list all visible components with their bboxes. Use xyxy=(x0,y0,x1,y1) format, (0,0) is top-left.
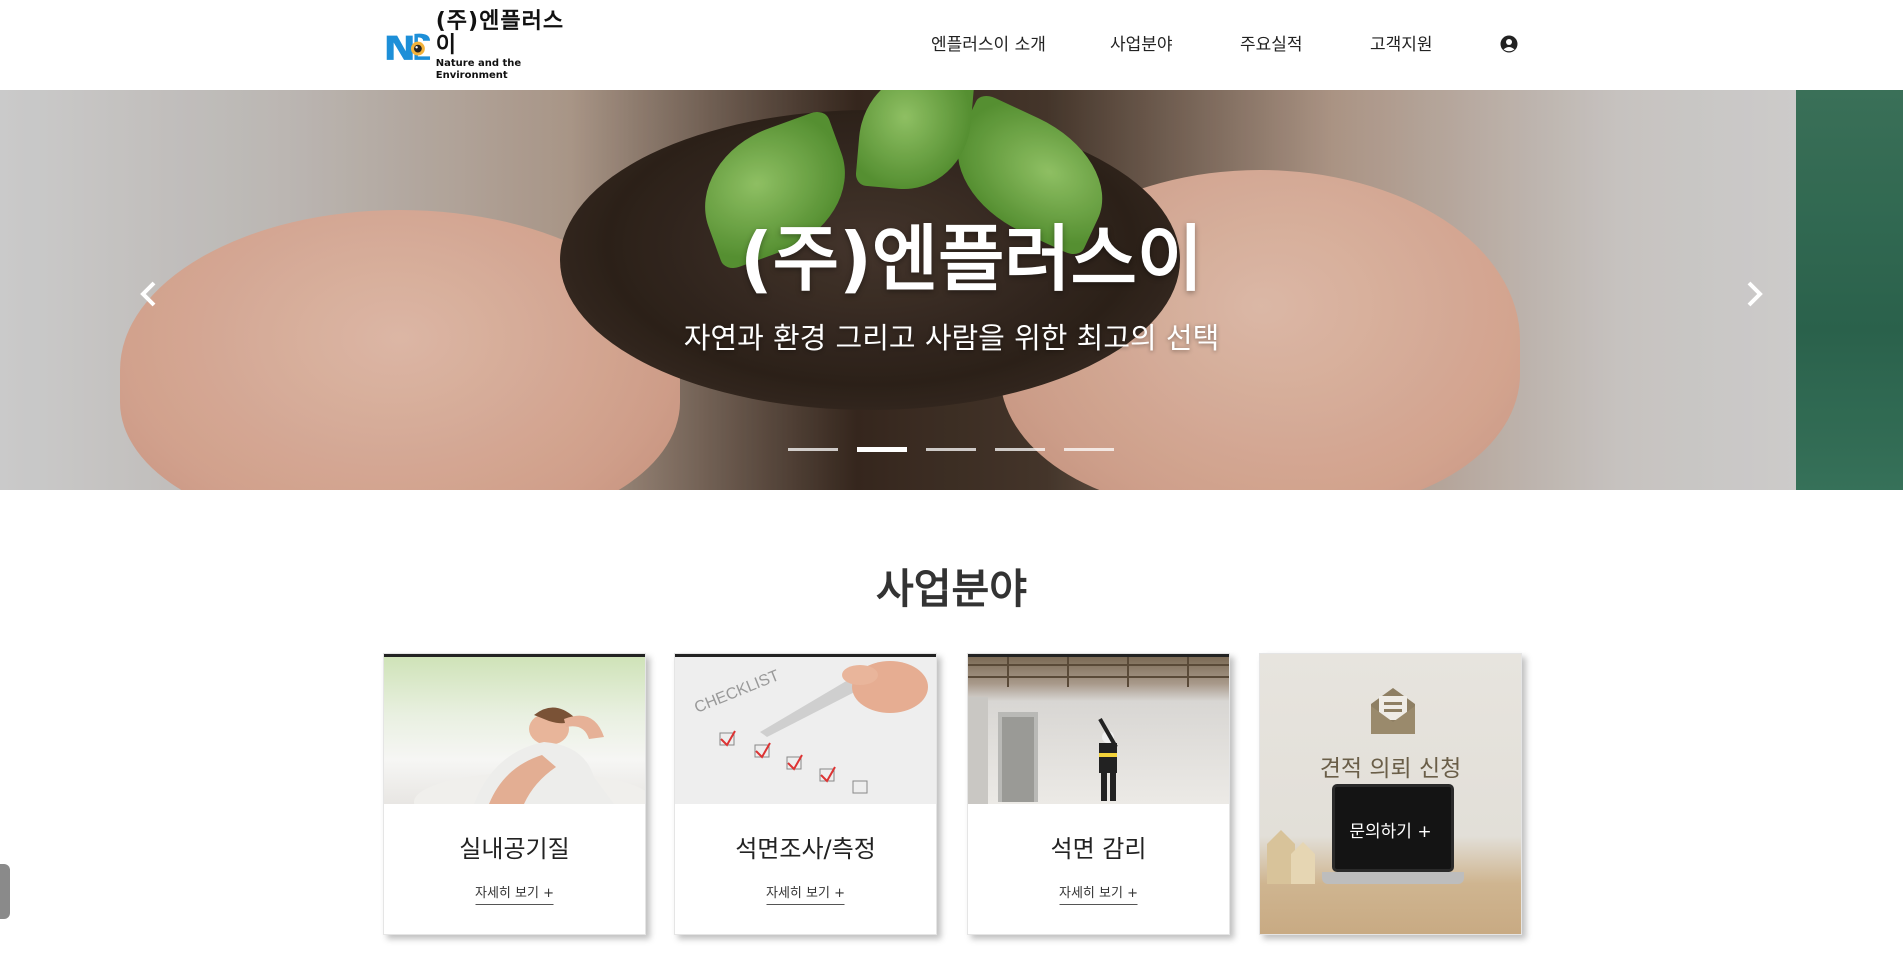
slider-dot[interactable] xyxy=(926,448,976,451)
section-title: 사업분야 xyxy=(876,565,1027,613)
slider-pagination xyxy=(788,447,1114,452)
card-image-inspection xyxy=(968,654,1229,804)
nav-item-support[interactable]: 고객지원 xyxy=(1370,30,1433,55)
card-more-link[interactable]: 자세히 보기 + xyxy=(766,882,845,905)
chevron-right-icon[interactable] xyxy=(1745,280,1765,308)
inquiry-button[interactable]: 문의하기 + xyxy=(1260,817,1521,842)
logo-tagline: Nature and the Environment xyxy=(435,58,522,81)
hero-slider: (주)엔플러스이 자연과 환경 그리고 사람을 위한 최고의 선택 xyxy=(0,90,1903,490)
service-card-indoor-air[interactable]: 실내공기질 자세히 보기 + xyxy=(383,653,646,935)
hero-title: (주)엔플러스이 xyxy=(739,217,1204,301)
card-title: 석면 감리 xyxy=(1050,835,1147,863)
nav-item-business[interactable]: 사업분야 xyxy=(1110,30,1173,55)
card-image-checklist: CHECKLIST xyxy=(675,654,936,804)
service-card-asbestos-survey[interactable]: CHECKLIST 석면조사/측정 자세히 보기 + xyxy=(674,653,937,935)
svg-text:CHECKLIST: CHECKLIST xyxy=(692,667,782,716)
main-nav: 엔플러스이 소개 사업분야 주요실적 고객지원 xyxy=(0,30,1903,60)
nav-item-achievements[interactable]: 주요실적 xyxy=(1240,30,1303,55)
slider-dot[interactable] xyxy=(1064,448,1114,451)
envelope-icon xyxy=(1371,688,1415,734)
card-more-link[interactable]: 자세히 보기 + xyxy=(475,882,554,905)
quote-title: 견적 의뢰 신청 xyxy=(1319,756,1462,782)
side-scroll-handle[interactable] xyxy=(0,864,10,919)
quote-request-card[interactable]: 견적 의뢰 신청 문의하기 + xyxy=(1259,653,1522,935)
slider-dot[interactable] xyxy=(995,448,1045,451)
card-image-relaxing-woman xyxy=(384,654,645,804)
service-card-asbestos-supervision[interactable]: 석면 감리 자세히 보기 + xyxy=(967,653,1230,935)
nav-item-about[interactable]: 엔플러스이 소개 xyxy=(931,30,1046,55)
card-title: 석면조사/측정 xyxy=(735,835,876,863)
card-title: 실내공기질 xyxy=(459,835,570,863)
chevron-left-icon[interactable] xyxy=(138,280,158,308)
user-circle-icon[interactable] xyxy=(1500,35,1518,53)
hero-subtitle: 자연과 환경 그리고 사람을 위한 최고의 선택 xyxy=(683,321,1220,355)
slider-dot[interactable] xyxy=(788,448,838,451)
card-more-link[interactable]: 자세히 보기 + xyxy=(1059,882,1138,905)
slider-dot-active[interactable] xyxy=(857,447,907,452)
site-header: (주)엔플러스이 Nature and the Environment 엔플러스… xyxy=(0,0,1903,90)
